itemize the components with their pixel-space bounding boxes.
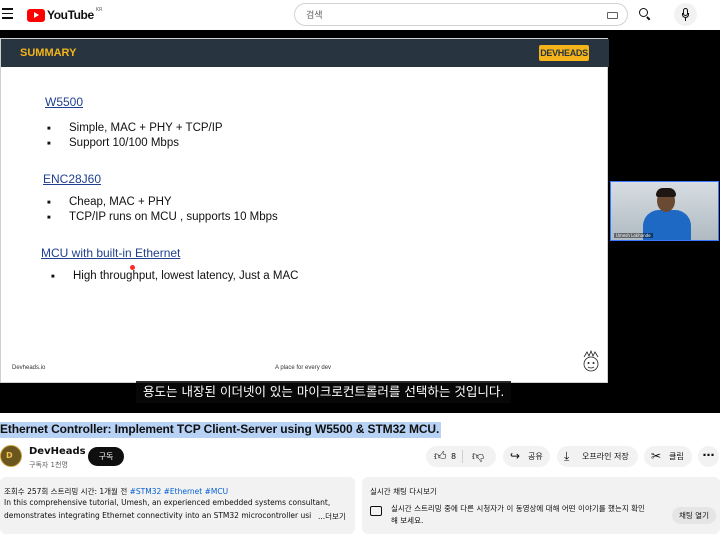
share-icon: ↪ — [510, 449, 521, 463]
youtube-logo[interactable]: YouTube KR — [27, 7, 103, 23]
view-meta: 조회수 257회 스트리밍 시간: 1개월 전 #STM32 #Ethernet… — [4, 486, 228, 497]
slide-title: SUMMARY — [20, 47, 77, 59]
region-code: KR — [95, 7, 103, 13]
more-actions-button[interactable]: ⋯ — [698, 446, 719, 467]
presentation-slide: SUMMARY DEVHEADS W5500 Simple, MAC + PHY… — [0, 38, 609, 383]
share-label: 공유 — [528, 452, 543, 461]
search-icon — [639, 8, 648, 17]
top-bar: YouTube KR 검색 — [0, 0, 720, 30]
clip-label: 클립 — [669, 452, 684, 461]
devheads-logo: DEVHEADS — [539, 45, 589, 61]
presenter-webcam: Umesh Lokhande — [610, 181, 719, 241]
microphone-foot — [685, 18, 687, 21]
chat-replay-message: 실시간 스트리밍 중에 다른 시청자가 이 동영상에 대해 어떤 이야기를 했는… — [391, 504, 645, 513]
thumbs-up-icon[interactable]: 👍︎ — [434, 446, 447, 467]
slide-heading-enc28j60: ENC28J60 — [43, 172, 102, 186]
description-line: In this comprehensive tutorial, Umesh, a… — [4, 498, 331, 507]
laser-pointer-dot — [130, 265, 135, 270]
scissors-icon: ✂ — [651, 449, 662, 463]
chat-replay-message: 해 보세요. — [391, 516, 424, 525]
video-title: Ethernet Controller: Implement TCP Clien… — [0, 422, 442, 438]
like-separator — [462, 450, 463, 463]
closed-caption: 용도는 내장된 이더넷이 있는 마이크로컨트롤러를 선택하는 것입니다. — [136, 381, 512, 403]
description-line: demonstrates integrating Ethernet connec… — [4, 511, 312, 520]
youtube-play-icon — [27, 8, 45, 22]
slide-footer-left: Devheads.io — [12, 365, 46, 371]
subscriber-count: 구독자 1천명 — [29, 461, 68, 469]
video-player[interactable]: SUMMARY DEVHEADS W5500 Simple, MAC + PHY… — [0, 30, 720, 413]
search-input[interactable]: 검색 — [294, 3, 628, 26]
slide-heading-w5500: W5500 — [45, 95, 84, 109]
like-count: 8 — [451, 452, 457, 461]
clip-button[interactable]: ✂ 클립 — [644, 446, 692, 467]
description-box[interactable]: 조회수 257회 스트리밍 시간: 1개월 전 #STM32 #Ethernet… — [0, 477, 355, 534]
logo-wordmark: YouTube — [47, 8, 94, 22]
save-offline-label: 오프라인 저장 — [582, 452, 629, 461]
avatar-text: D — [6, 451, 13, 460]
presenter-hair — [656, 188, 676, 197]
view-count-date: 조회수 257회 스트리밍 시간: 1개월 전 — [4, 487, 128, 496]
download-icon: ⤓ — [564, 449, 570, 463]
webcam-name-tag: Umesh Lokhande — [614, 233, 653, 238]
slide-bullet: TCP/IP runs on MCU , supports 10 Mbps — [47, 211, 278, 223]
mascot-icon — [583, 350, 599, 372]
hashtags[interactable]: #STM32 #Ethernet #MCU — [130, 487, 228, 496]
keyboard-icon[interactable] — [607, 12, 618, 19]
slide-header: SUMMARY DEVHEADS — [1, 39, 609, 67]
search-button[interactable] — [628, 3, 660, 26]
save-offline-button[interactable]: ⤓ 오프라인 저장 — [557, 446, 638, 467]
subscribe-button[interactable]: 구독 — [88, 447, 124, 466]
share-button[interactable]: ↪ 공유 — [503, 446, 550, 467]
slide-bullet: Simple, MAC + PHY + TCP/IP — [47, 122, 223, 134]
thumbs-down-icon[interactable]: 👎︎ — [472, 446, 484, 467]
like-dislike-group: 👍︎ 8 👎︎ — [426, 446, 496, 467]
slide-bullet: Cheap, MAC + PHY — [47, 196, 172, 208]
search-placeholder: 검색 — [306, 11, 323, 21]
voice-search-button[interactable] — [674, 3, 697, 26]
channel-name[interactable]: DevHeads — [29, 446, 86, 457]
open-chat-button[interactable]: 채팅 열기 — [672, 507, 716, 524]
show-more-link[interactable]: ...더보기 — [318, 511, 346, 522]
slide-bullet: Support 10/100 Mbps — [47, 137, 179, 149]
live-chat-replay-box: 실시간 채팅 다시보기 실시간 스트리밍 중에 다른 시청자가 이 동영상에 대… — [362, 477, 720, 534]
slide-heading-mcu: MCU with built-in Ethernet — [41, 246, 181, 260]
hamburger-menu-icon[interactable] — [2, 8, 13, 19]
chat-replay-title: 실시간 채팅 다시보기 — [370, 487, 437, 496]
youtube-watch-page: YouTube KR 검색 SUMMARY DEVHEADS W5500 Sim… — [0, 0, 720, 540]
slide-footer-tagline: A place for every dev — [275, 365, 332, 371]
slide-bullet: High throughput, lowest latency, Just a … — [51, 270, 298, 282]
chat-icon — [370, 506, 382, 516]
channel-avatar[interactable]: D — [0, 445, 22, 467]
